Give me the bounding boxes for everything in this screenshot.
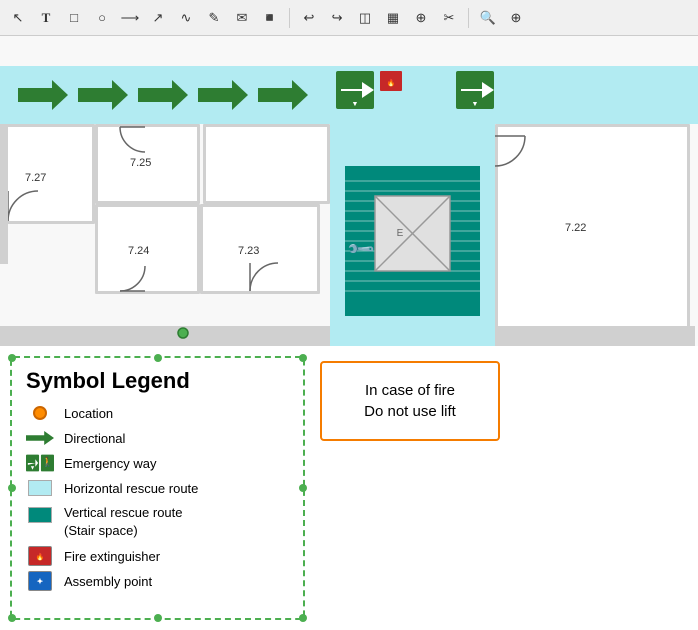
directional-symbol (26, 429, 54, 447)
svg-text:🔥: 🔥 (36, 552, 45, 561)
group-tool[interactable]: ◫ (353, 6, 377, 30)
svg-text:7.25: 7.25 (130, 157, 151, 169)
text-tool[interactable]: T (34, 6, 58, 30)
location-label: Location (64, 406, 113, 421)
location-symbol (26, 404, 54, 422)
legend-item-vertical-rescue: Vertical rescue route(Stair space) (26, 504, 289, 540)
corner-handle-bl[interactable] (8, 614, 16, 622)
light-cyan-swatch-icon (28, 480, 52, 496)
redo-tool[interactable]: ↩ (325, 6, 349, 30)
directional-label: Directional (64, 431, 125, 446)
search-tool[interactable]: 🔍 (476, 6, 500, 30)
svg-text:✦: ✦ (37, 577, 44, 586)
canvas-area[interactable]: 7.27 7.25 7.24 7.23 (0, 36, 698, 346)
legend-item-assembly-point: ✦ Assembly point (26, 572, 289, 590)
undo-tool[interactable]: ↩ (297, 6, 321, 30)
legend-item-horizontal-rescue: Horizontal rescue route (26, 479, 289, 497)
arrow-tool[interactable]: ↗ (146, 6, 170, 30)
svg-text:🚶: 🚶 (42, 456, 54, 468)
svg-text:▼: ▼ (352, 101, 359, 108)
corner-handle-ml[interactable] (8, 484, 16, 492)
corner-handle-mb[interactable] (154, 614, 162, 622)
corner-handle-mt[interactable] (154, 354, 162, 362)
bottom-area: Symbol Legend Location Directional ▼ (0, 346, 698, 630)
ellipse-tool[interactable]: ○ (90, 6, 114, 30)
pen-tool[interactable]: ✎ (202, 6, 226, 30)
fire-extinguisher-symbol: 🔥 (26, 547, 54, 565)
zoom-tool[interactable]: ⊕ (504, 6, 528, 30)
vertical-rescue-label: Vertical rescue route(Stair space) (64, 504, 183, 540)
ungroup-tool[interactable]: ⊕ (409, 6, 433, 30)
fire-extinguisher-label: Fire extinguisher (64, 549, 160, 564)
callout-text: In case of fireDo not use lift (364, 380, 456, 422)
svg-text:7.24: 7.24 (128, 245, 149, 257)
orange-dot-icon (33, 406, 47, 420)
legend-box: Symbol Legend Location Directional ▼ (10, 356, 305, 620)
rectangle-tool[interactable]: □ (62, 6, 86, 30)
svg-text:7.23: 7.23 (238, 245, 259, 257)
corner-handle-mr[interactable] (299, 484, 307, 492)
legend-item-fire-extinguisher: 🔥 Fire extinguisher (26, 547, 289, 565)
svg-text:▼: ▼ (30, 466, 36, 472)
callout-box: In case of fireDo not use lift (320, 361, 500, 441)
separator-2 (468, 8, 469, 28)
separator-1 (289, 8, 290, 28)
horizontal-rescue-symbol (26, 479, 54, 497)
corner-handle-tr[interactable] (299, 354, 307, 362)
fire-ext-icon-symbol: 🔥 (28, 546, 52, 566)
green-arrow-icon (26, 431, 54, 445)
emergency-symbol: ▼ 🚶 (26, 454, 54, 472)
cut-tool[interactable]: ✂ (437, 6, 461, 30)
floor-plan-svg: 7.27 7.25 7.24 7.23 (0, 36, 698, 346)
legend-item-emergency-way: ▼ 🚶 Emergency way (26, 454, 289, 472)
svg-text:7.22: 7.22 (565, 222, 586, 234)
teal-swatch-icon (28, 507, 52, 523)
emergency-way-icon: ▼ 🚶 (26, 453, 54, 473)
horizontal-rescue-label: Horizontal rescue route (64, 481, 198, 496)
assembly-point-symbol: ✦ (26, 572, 54, 590)
svg-text:E: E (397, 228, 404, 239)
hand-tool[interactable]: ✉ (230, 6, 254, 30)
legend-item-directional: Directional (26, 429, 289, 447)
curve-tool[interactable]: ∿ (174, 6, 198, 30)
assembly-icon-symbol: ✦ (28, 571, 52, 591)
corner-handle-tl[interactable] (8, 354, 16, 362)
toolbar: ↖ T □ ○ ⟶ ↗ ∿ ✎ ✉ ◾ ↩ ↩ ◫ ▦ ⊕ ✂ 🔍 ⊕ (0, 0, 698, 36)
corner-handle-br[interactable] (299, 614, 307, 622)
emergency-way-label: Emergency way (64, 456, 156, 471)
svg-text:7.27: 7.27 (25, 172, 46, 184)
image-tool[interactable]: ◾ (258, 6, 282, 30)
assembly-point-label: Assembly point (64, 574, 152, 589)
select-tool[interactable]: ↖ (6, 6, 30, 30)
vertical-rescue-symbol (26, 506, 54, 524)
legend-title: Symbol Legend (26, 368, 289, 394)
svg-text:▼: ▼ (472, 101, 479, 108)
line-tool[interactable]: ⟶ (118, 6, 142, 30)
legend-item-location: Location (26, 404, 289, 422)
table-tool[interactable]: ▦ (381, 6, 405, 30)
svg-text:🔥: 🔥 (387, 78, 396, 87)
